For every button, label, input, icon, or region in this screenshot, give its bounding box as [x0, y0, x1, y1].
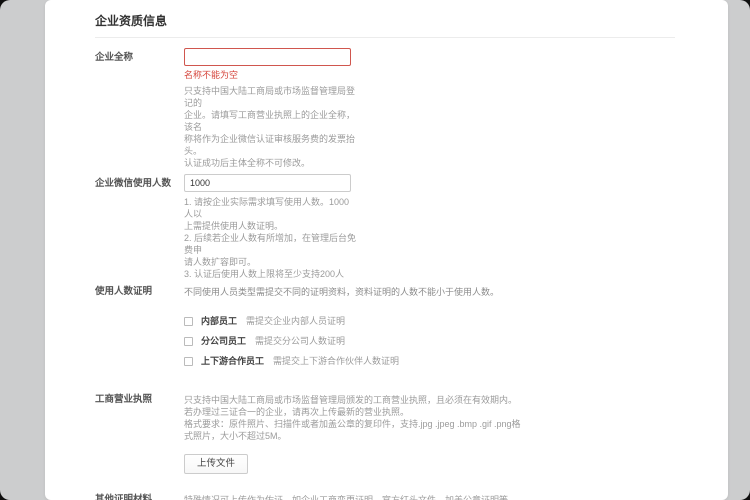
row-other-materials: 其他证明材料 (选填) 特殊情况可上传作为佐证，如企业工商变更证明、官方红头文件… [95, 494, 675, 500]
company-name-label: 企业全称 [95, 48, 184, 64]
branch-staff-checkbox[interactable] [184, 337, 193, 346]
internal-staff-name: 内部员工 [201, 316, 237, 326]
user-count-help: 1. 请按企业实际需求填写使用人数。1000人以 上需提供使用人数证明。 2. … [184, 196, 356, 280]
partner-staff-desc: 需提交上下游合作伙伴人数证明 [273, 356, 399, 366]
row-user-count: 企业微信使用人数 1. 请按企业实际需求填写使用人数。1000人以 上需提供使用… [95, 174, 675, 280]
user-count-label: 企业微信使用人数 [95, 174, 184, 190]
user-count-proof-intro: 不同使用人员类型需提交不同的证明资料，资料证明的人数不能小于使用人数。 [184, 286, 675, 298]
screen-background: 企业资质信息 企业全称 名称不能为空 只支持中国大陆工商局或市场监督管理局登记的… [0, 0, 750, 500]
internal-staff-checkbox[interactable] [184, 317, 193, 326]
business-license-upload-button[interactable]: 上传文件 [184, 454, 248, 474]
partner-staff-name: 上下游合作员工 [201, 356, 264, 366]
option-branch-staff[interactable]: 分公司员工 需提交分公司人数证明 [184, 336, 675, 346]
internal-staff-desc: 需提交企业内部人员证明 [246, 316, 345, 326]
branch-staff-desc: 需提交分公司人数证明 [255, 336, 345, 346]
option-internal-staff[interactable]: 内部员工 需提交企业内部人员证明 [184, 316, 675, 326]
other-materials-help: 特殊情况可上传作为佐证，如企业工商变更证明、官方红头文件、加盖公章证明等。 最多… [184, 494, 664, 500]
title-divider [95, 37, 675, 38]
option-partner-staff[interactable]: 上下游合作员工 需提交上下游合作伙伴人数证明 [184, 356, 675, 366]
business-license-help: 只支持中国大陆工商局或市场监督管理局颁发的工商营业执照，且必须在有效期内。 若办… [184, 394, 524, 442]
company-name-error: 名称不能为空 [184, 69, 675, 81]
row-user-count-proof: 使用人数证明 不同使用人员类型需提交不同的证明资料，资料证明的人数不能小于使用人… [95, 286, 675, 376]
company-name-help: 只支持中国大陆工商局或市场监督管理局登记的 企业。请填写工商营业执照上的企业全称… [184, 85, 356, 169]
branch-staff-name: 分公司员工 [201, 336, 246, 346]
row-company-name: 企业全称 名称不能为空 只支持中国大陆工商局或市场监督管理局登记的 企业。请填写… [95, 48, 675, 169]
partner-staff-checkbox[interactable] [184, 357, 193, 366]
business-license-label: 工商营业执照 [95, 394, 184, 406]
other-materials-label-text: 其他证明材料 [95, 494, 152, 500]
page-title: 企业资质信息 [95, 15, 675, 28]
row-business-license: 工商营业执照 只支持中国大陆工商局或市场监督管理局颁发的工商营业执照，且必须在有… [95, 394, 675, 474]
user-count-input[interactable] [184, 174, 351, 192]
company-name-input[interactable] [184, 48, 351, 66]
user-count-proof-label: 使用人数证明 [95, 286, 184, 298]
other-materials-label: 其他证明材料 (选填) [95, 494, 184, 500]
qualification-form-card: 企业资质信息 企业全称 名称不能为空 只支持中国大陆工商局或市场监督管理局登记的… [45, 0, 728, 500]
